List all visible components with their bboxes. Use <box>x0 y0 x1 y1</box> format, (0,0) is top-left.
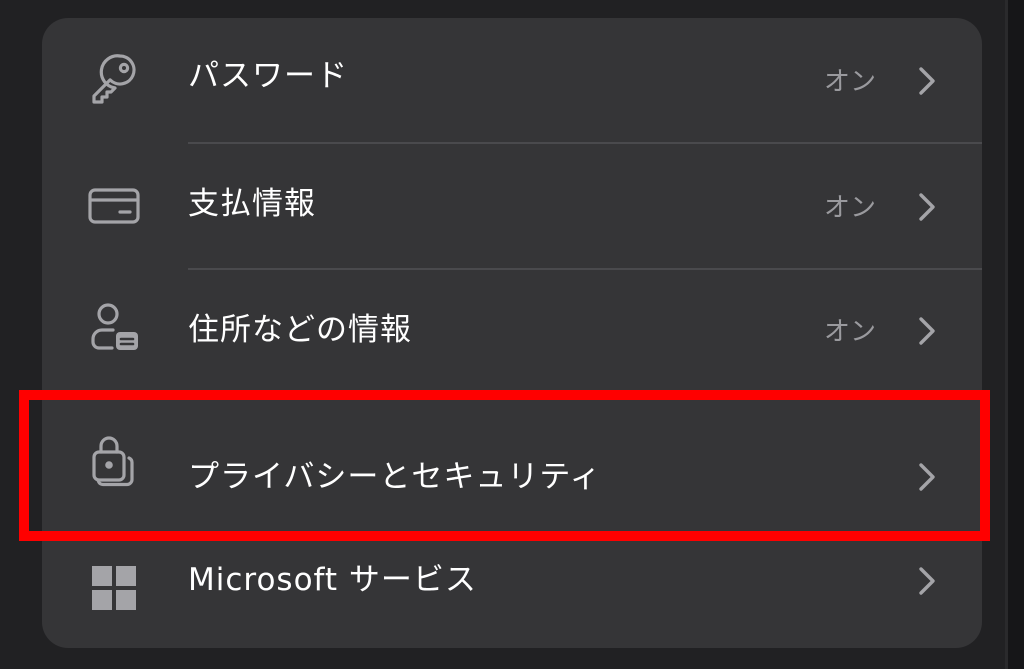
microsoft-logo-icon <box>86 560 142 616</box>
settings-item-label: 住所などの情報 <box>188 312 412 348</box>
chevron-right-icon <box>912 61 942 101</box>
settings-item-privacy-security[interactable]: プライバシーとセキュリティ <box>42 390 982 540</box>
settings-item-label: パスワード <box>188 58 348 94</box>
key-icon <box>86 52 142 108</box>
chevron-right-icon <box>912 187 942 227</box>
chevron-right-icon <box>912 561 942 601</box>
settings-item-payment[interactable]: 支払情報 オン <box>42 144 982 268</box>
settings-item-label: 支払情報 <box>188 186 316 222</box>
contact-card-icon <box>86 300 142 356</box>
chevron-right-icon <box>912 457 942 497</box>
settings-card: パスワード オン 支払情報 オン 住所などの情報 オン プライバシーとセキュリテ… <box>42 18 982 648</box>
settings-item-passwords[interactable]: パスワード オン <box>42 18 982 142</box>
status-value: オン <box>823 317 876 347</box>
settings-item-addresses[interactable]: 住所などの情報 オン <box>42 270 982 390</box>
lock-icon <box>86 432 142 488</box>
settings-item-label: Microsoft サービス <box>188 562 477 598</box>
scroll-track <box>1008 0 1024 669</box>
settings-item-microsoft-services[interactable]: Microsoft サービス <box>42 540 982 648</box>
chevron-right-icon <box>912 311 942 351</box>
credit-card-icon <box>86 178 142 234</box>
status-value: オン <box>823 193 876 223</box>
status-value: オン <box>823 67 876 97</box>
settings-item-label: プライバシーとセキュリティ <box>188 459 602 495</box>
